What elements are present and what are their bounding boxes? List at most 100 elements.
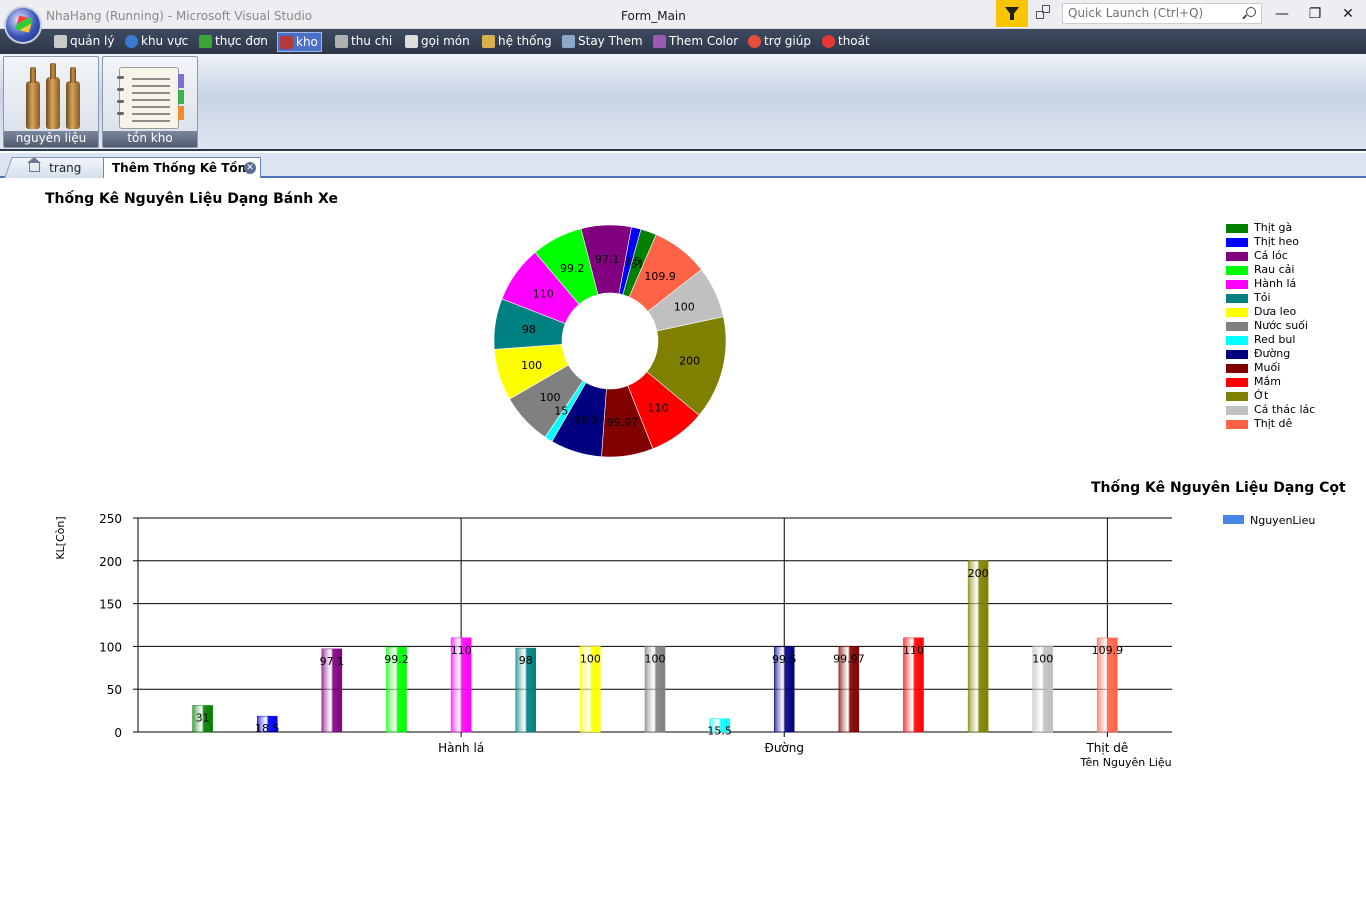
menu-label: trợ giúp [764, 34, 811, 48]
legend-swatch [1226, 322, 1248, 331]
menu-tro-giup[interactable]: trợ giúp [746, 32, 814, 52]
legend-label: Thịt dê [1254, 417, 1293, 430]
menu-stay-them[interactable]: Stay Them [560, 32, 646, 52]
bar-data-label: 97.1 [320, 655, 345, 668]
ribbon: nguyên liệu tồn kho [0, 54, 1366, 151]
bar-data-label: 31 [196, 711, 210, 724]
legend-label: Mắm [1254, 375, 1281, 388]
pie-data-label: 99.97 [607, 416, 639, 429]
legend-label: Thịt heo [1254, 235, 1300, 248]
menu-goi-mon[interactable]: gọi món [403, 32, 473, 52]
exit-icon [822, 35, 835, 48]
search-icon[interactable] [1246, 7, 1256, 17]
bar-data-label: 100 [580, 652, 601, 665]
color-icon [653, 35, 666, 48]
y-tick-label: 150 [99, 598, 122, 612]
menu-label: thoát [838, 34, 870, 48]
pie-data-label: 98 [522, 323, 536, 336]
menu-label: gọi món [421, 34, 470, 48]
x-axis-label: Tên Nguyên Liệu [1079, 756, 1171, 769]
legend-swatch [1226, 308, 1248, 317]
x-tick-label: Thịt dê [1085, 741, 1128, 755]
legend-swatch [1226, 280, 1248, 289]
menu-label: thực đơn [215, 34, 268, 48]
bar-data-label: 110 [903, 644, 924, 657]
document-tabs: trang chủ Thêm Thống Kê Tồn Kho ✕ [0, 153, 1366, 195]
legend-swatch [1226, 364, 1248, 373]
minimize-button[interactable]: — [1267, 4, 1297, 24]
globe-icon [125, 35, 138, 48]
legend-swatch [1226, 266, 1248, 275]
menu-khu-vuc[interactable]: khu vực [123, 32, 191, 52]
legend-label: Ớt [1254, 389, 1269, 402]
home-icon [29, 163, 40, 172]
pie-data-label: 200 [679, 355, 700, 368]
menu-kho[interactable]: kho [277, 32, 322, 52]
form-title: Form_Main [621, 9, 686, 23]
help-icon [748, 35, 761, 48]
pie-data-label: 100 [521, 359, 542, 372]
menu-he-thong[interactable]: hệ thống [480, 32, 555, 52]
menu-thoat[interactable]: thoát [820, 32, 873, 52]
legend-label: Rau cải [1254, 263, 1295, 276]
stay-icon [562, 35, 575, 48]
legend-swatch [1226, 224, 1248, 233]
pie-data-label: 100 [674, 300, 695, 313]
pie-data-label: 100 [540, 391, 561, 404]
menu-label: hệ thống [498, 34, 552, 48]
menu-label: thu chi [351, 34, 393, 48]
maximize-button[interactable]: ❐ [1300, 4, 1330, 24]
menu-label: Them Color [669, 34, 739, 48]
visual-studio-logo-icon[interactable] [4, 6, 42, 44]
menu-label: quản lý [70, 34, 115, 48]
legend-swatch [1226, 420, 1248, 429]
pie-data-label: 99.2 [560, 262, 585, 275]
legend-label: Đường [1254, 347, 1291, 360]
tab-them-thong-ke-ton-kho[interactable]: Thêm Thống Kê Tồn Kho ✕ [103, 157, 261, 195]
bar-data-label: 99.97 [833, 652, 865, 665]
bar-legend-swatch [1223, 515, 1244, 524]
pie-chart-title: Thống Kê Nguyên Liệu Dạng Bánh Xe [45, 191, 338, 207]
menu-them-color[interactable]: Them Color [651, 32, 741, 52]
ribbon-nguyen-lieu-button[interactable]: nguyên liệu [3, 56, 99, 148]
database-icon [54, 35, 67, 48]
legend-swatch [1226, 252, 1248, 261]
legend-label: Red bul [1254, 333, 1296, 346]
y-axis-label: KL[Còn] [54, 516, 67, 559]
menu-book-icon [199, 35, 212, 48]
close-tab-icon[interactable]: ✕ [244, 162, 256, 174]
menu-bar: quản lý khu vực thực đơn kho thu chi gọi… [0, 29, 1366, 54]
bar [967, 560, 989, 733]
notebook-icon [117, 67, 184, 129]
legend-label: Cá thác lác [1254, 403, 1316, 416]
legend-swatch [1226, 336, 1248, 345]
filter-icon[interactable] [996, 0, 1028, 27]
bar-data-label: 200 [968, 567, 989, 580]
y-tick-label: 250 [99, 512, 122, 526]
x-tick-label: Hành lá [438, 741, 484, 755]
x-tick-label: Đường [765, 741, 804, 755]
pie-data-label: 110 [533, 287, 554, 300]
legend-swatch [1226, 406, 1248, 415]
menu-thu-chi[interactable]: thu chi [333, 32, 395, 52]
tab-trang-chu[interactable]: trang chủ [4, 157, 112, 195]
notification-icon[interactable] [1036, 5, 1052, 21]
menu-thuc-don[interactable]: thực đơn [197, 32, 271, 52]
quick-launch-placeholder: Quick Launch (Ctrl+Q) [1068, 6, 1204, 20]
ribbon-button-label: nguyên liệu [4, 131, 98, 147]
close-button[interactable]: ✕ [1333, 4, 1363, 24]
y-tick-label: 200 [99, 555, 122, 569]
quick-launch-input[interactable]: Quick Launch (Ctrl+Q) [1062, 3, 1262, 24]
legend-label: Hành lá [1254, 277, 1297, 290]
menu-quan-ly[interactable]: quản lý [52, 32, 117, 52]
bar-data-label: 15.5 [707, 725, 732, 738]
statistics-panel: Thống Kê Nguyên Liệu Dạng Bánh Xe 31 18.5… [0, 178, 1366, 769]
bar-data-label: 109.9 [1092, 644, 1124, 657]
window-title: NhaHang (Running) - Microsoft Visual Stu… [46, 9, 313, 23]
legend-swatch [1226, 294, 1248, 303]
bar-legend-label: NguyenLieu [1250, 514, 1315, 527]
phone-icon [405, 35, 418, 48]
pen-icon [335, 35, 348, 48]
ribbon-ton-kho-button[interactable]: tồn kho [102, 56, 198, 148]
legend-swatch [1226, 350, 1248, 359]
